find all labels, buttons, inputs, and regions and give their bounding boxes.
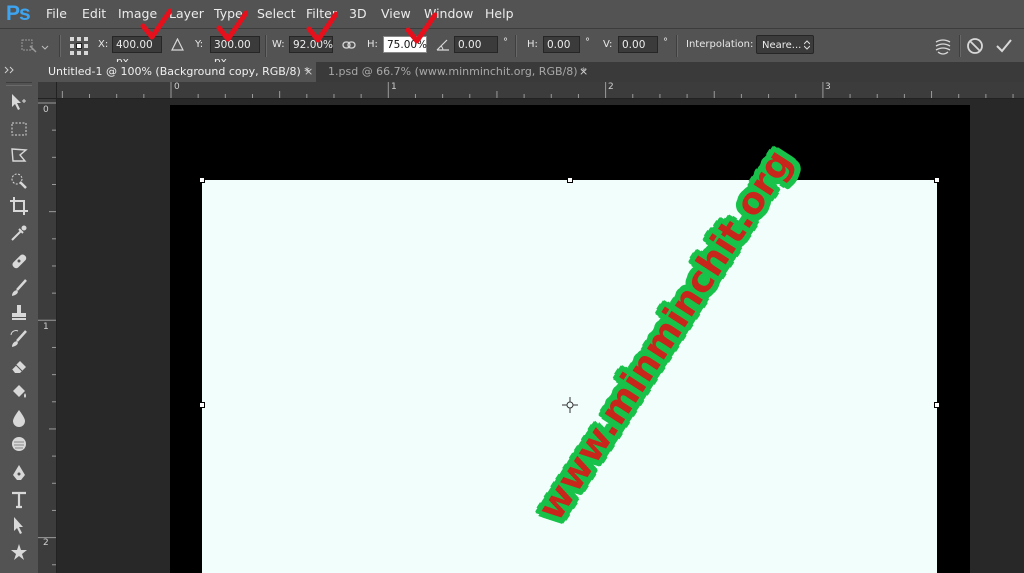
healing-brush-tool-icon[interactable] <box>9 251 29 271</box>
interpolation-value: Neare... <box>762 40 802 51</box>
chevron-updown-icon <box>804 40 810 50</box>
degree-unit: ° <box>663 37 668 48</box>
interpolation-label: Interpolation: <box>686 39 754 50</box>
cancel-icon[interactable] <box>966 37 984 55</box>
warp-icon[interactable] <box>933 36 953 56</box>
horizontal-ruler: 0 1 2 3 <box>38 82 1024 99</box>
degree-unit: ° <box>585 37 590 48</box>
x-label: X: <box>98 39 109 50</box>
rotate-angle-icon <box>436 39 449 51</box>
transform-handle[interactable] <box>567 177 573 183</box>
tab-close-button[interactable]: × <box>304 62 313 82</box>
vskew-label: V: <box>603 39 613 50</box>
ruler-label: 1 <box>43 322 49 332</box>
blur-tool-icon[interactable] <box>9 408 29 428</box>
paint-bucket-tool-icon[interactable] <box>9 382 29 402</box>
checkmark-icon <box>306 11 338 43</box>
checkmark-icon <box>140 8 172 40</box>
ruler-origin[interactable] <box>38 82 57 99</box>
menu-help[interactable]: Help <box>485 6 514 21</box>
path-selection-tool-icon[interactable] <box>9 515 29 535</box>
tab-label: 1.psd @ 66.7% (www.minminchit.org, RGB/8… <box>328 65 587 78</box>
menu-3d[interactable]: 3D <box>349 6 367 21</box>
checkmark-icon <box>216 10 248 42</box>
checkmark-icon <box>405 12 437 44</box>
transform-handle[interactable] <box>199 177 205 183</box>
menu-file[interactable]: File <box>46 6 67 21</box>
tab-close-button[interactable]: × <box>579 62 588 82</box>
separator <box>265 35 267 57</box>
degree-unit: ° <box>503 37 508 48</box>
h-label: H: <box>367 39 378 50</box>
ruler-label: 0 <box>174 82 180 92</box>
vertical-ruler: 0 1 2 <box>38 98 57 573</box>
interpolation-select[interactable]: Neare... <box>756 35 814 54</box>
transform-handle[interactable] <box>934 177 940 183</box>
dodge-tool-icon[interactable] <box>9 434 29 454</box>
tab-1-psd[interactable]: 1.psd @ 66.7% (www.minminchit.org, RGB/8… <box>318 62 594 82</box>
w-label: W: <box>272 39 285 50</box>
tab-label: Untitled-1 @ 100% (Background copy, RGB/… <box>48 65 310 78</box>
separator <box>59 35 61 57</box>
ruler-label: 2 <box>608 82 614 92</box>
menu-edit[interactable]: Edit <box>82 6 106 21</box>
tab-untitled-1[interactable]: Untitled-1 @ 100% (Background copy, RGB/… <box>38 62 316 82</box>
reference-point-icon[interactable] <box>69 36 89 56</box>
ruler-label: 0 <box>43 105 49 115</box>
document-tab-bar: Untitled-1 @ 100% (Background copy, RGB/… <box>38 62 1024 83</box>
hskew-label: H: <box>527 39 538 50</box>
rotate-field[interactable]: 0.00 <box>454 36 498 53</box>
reference-point-crosshair-icon[interactable] <box>562 397 578 413</box>
collapse-icon[interactable] <box>4 66 16 74</box>
y-label: Y: <box>195 39 204 50</box>
ruler-label: 1 <box>391 82 397 92</box>
pen-tool-icon[interactable] <box>9 463 29 483</box>
link-icon[interactable] <box>342 39 356 51</box>
hskew-field[interactable]: 0.00 <box>543 36 580 53</box>
quick-selection-tool-icon[interactable] <box>9 171 29 191</box>
ruler-label: 2 <box>43 538 49 548</box>
eyedropper-tool-icon[interactable] <box>9 223 29 243</box>
separator <box>515 35 517 57</box>
tool-preset-icon[interactable] <box>20 37 50 55</box>
commit-icon[interactable] <box>995 37 1013 55</box>
separator <box>676 35 678 57</box>
brush-tool-icon[interactable] <box>9 278 29 298</box>
clone-stamp-tool-icon[interactable] <box>9 303 29 323</box>
move-tool-icon[interactable] <box>9 92 29 112</box>
marquee-tool-icon[interactable] <box>9 119 29 139</box>
menu-layer[interactable]: Layer <box>169 6 204 21</box>
lasso-tool-icon[interactable] <box>9 145 29 165</box>
history-brush-tool-icon[interactable] <box>9 329 29 349</box>
transform-handle[interactable] <box>934 402 940 408</box>
app-logo: Ps <box>6 2 31 25</box>
custom-shape-tool-icon[interactable] <box>9 542 29 562</box>
relative-position-icon[interactable] <box>171 38 184 51</box>
toolbox <box>0 62 39 573</box>
separator <box>959 35 961 57</box>
transform-handle[interactable] <box>199 402 205 408</box>
menu-select[interactable]: Select <box>257 6 296 21</box>
ruler-label: 3 <box>825 82 831 92</box>
vskew-field[interactable]: 0.00 <box>618 36 658 53</box>
crop-tool-icon[interactable] <box>9 196 29 216</box>
eraser-tool-icon[interactable] <box>9 356 29 376</box>
type-tool-icon[interactable] <box>9 490 29 510</box>
